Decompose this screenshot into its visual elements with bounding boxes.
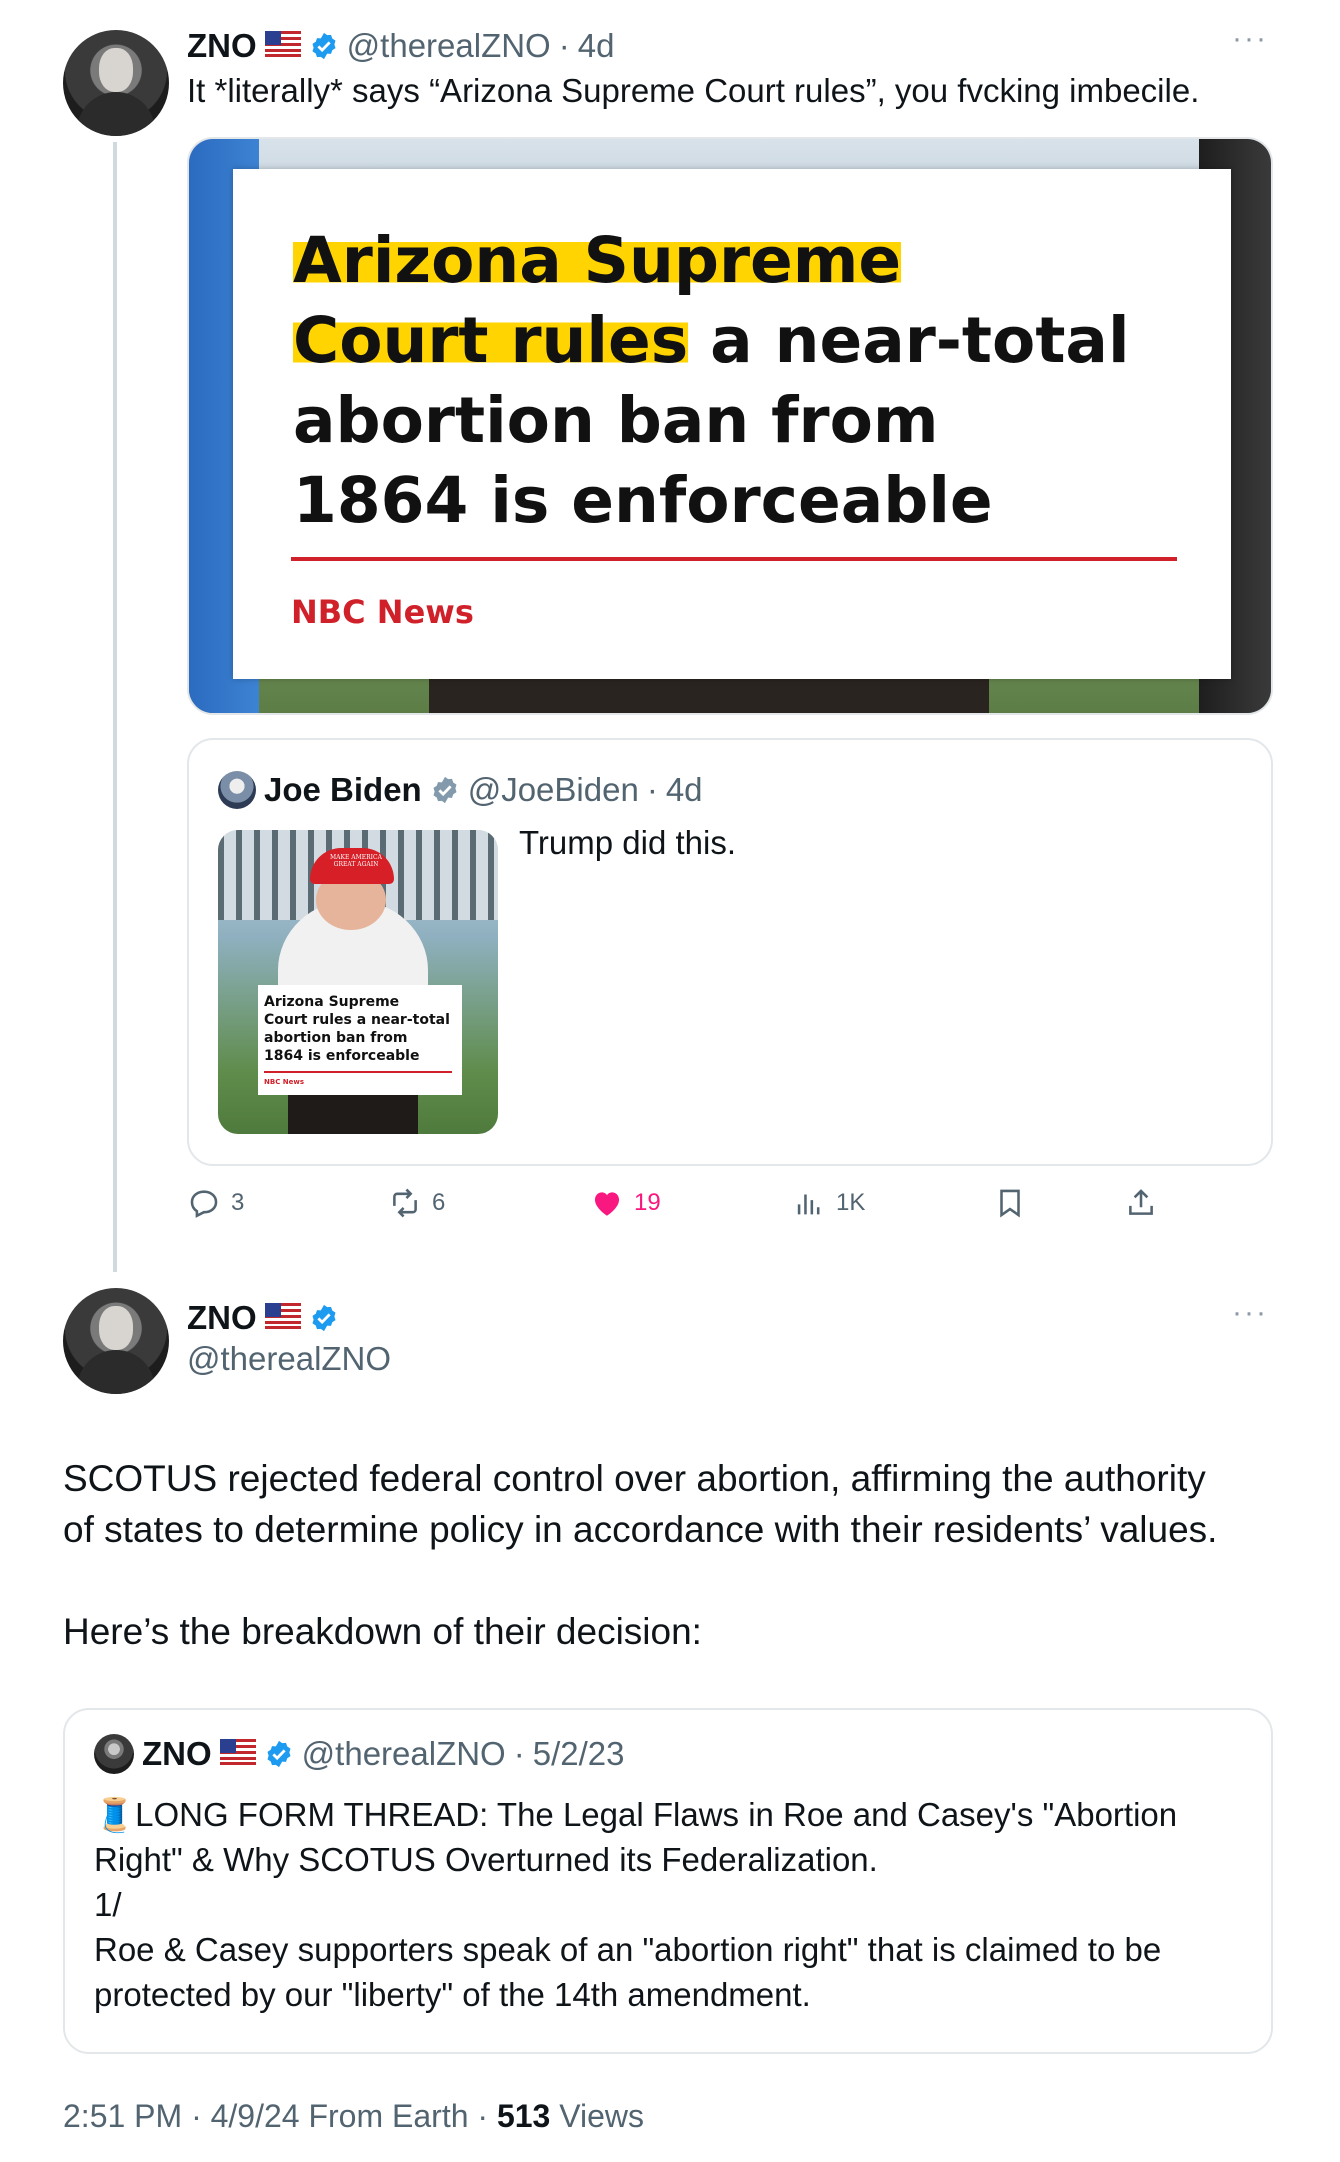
thread-line — [113, 142, 117, 1272]
thread-spool-icon: 🧵 — [94, 1796, 136, 1833]
tweet-time: 4d — [665, 771, 703, 808]
tweet-date[interactable]: 4/9/24 — [211, 2098, 300, 2134]
tweet-timestamp[interactable]: 2:51 PM — [63, 2098, 182, 2134]
us-flag-icon — [264, 30, 301, 62]
like-count: 19 — [634, 1189, 661, 1216]
reply-count: 3 — [231, 1189, 245, 1216]
author-name[interactable]: ZNO — [187, 1299, 257, 1337]
red-rule — [291, 557, 1177, 561]
us-flag-icon — [219, 1738, 256, 1770]
quoted-tweet[interactable]: ZNO @therealZNO · 5/2/23 🧵LONG FORM THRE… — [63, 1708, 1273, 2054]
verified-gov-badge-icon — [430, 775, 460, 805]
author-handle[interactable]: @therealZNO — [187, 1340, 391, 1378]
reply-button[interactable]: 3 — [187, 1186, 244, 1220]
tweet-source: From Earth — [308, 2098, 469, 2134]
tweet-header: ZNO — [187, 1296, 339, 1340]
avatar — [94, 1734, 134, 1774]
avatar — [218, 771, 256, 809]
reply-icon — [190, 1190, 218, 1218]
quoted-tweet[interactable]: Joe Biden @JoeBiden · 4d MAKE AMERICA GR… — [187, 738, 1273, 1166]
views-button[interactable]: 1K — [792, 1186, 865, 1220]
more-options-icon[interactable]: ··· — [1232, 22, 1268, 56]
views-icon — [797, 1194, 820, 1215]
author-name: Joe Biden — [264, 771, 422, 808]
avatar[interactable] — [63, 30, 169, 136]
author-handle[interactable]: @therealZNO — [347, 27, 551, 65]
tweet-time[interactable]: 4d — [578, 27, 615, 65]
heart-icon — [594, 1192, 620, 1216]
share-button[interactable] — [1124, 1186, 1158, 1220]
headline-box: Arizona Supreme Court rules a near-total… — [233, 169, 1231, 679]
tweet-time: 5/2/23 — [532, 1735, 625, 1772]
views-count: 513 — [496, 2098, 551, 2134]
quoted-tweet-text: 🧵LONG FORM THREAD: The Legal Flaws in Ro… — [94, 1796, 1178, 2013]
quoted-tweet-text: Trump did this. — [519, 824, 737, 861]
author-handle: @JoeBiden — [467, 771, 639, 808]
tweet-footer: 2:51 PM · 4/9/24 From Earth · 513 Views — [63, 2098, 644, 2134]
verified-badge-icon — [264, 1739, 294, 1769]
repost-count: 6 — [432, 1189, 446, 1216]
more-options-icon[interactable]: ··· — [1232, 1296, 1268, 1330]
verified-badge-icon — [309, 31, 339, 61]
tweet-image[interactable]: Arizona Supreme Court rules a near-total… — [187, 137, 1273, 715]
author-handle: @therealZNO — [301, 1735, 506, 1772]
tweet-text: It *literally* says “Arizona Supreme Cou… — [187, 72, 1200, 109]
avatar[interactable] — [63, 1288, 169, 1394]
like-button[interactable]: 19 — [590, 1186, 661, 1220]
verified-badge-icon — [309, 1303, 339, 1333]
repost-button[interactable]: 6 — [388, 1186, 445, 1220]
author-name: ZNO — [142, 1735, 212, 1772]
views-count: 1K — [836, 1189, 866, 1216]
share-icon — [1129, 1189, 1153, 1215]
bookmark-icon — [1000, 1189, 1020, 1218]
us-flag-icon — [264, 1302, 301, 1334]
author-name[interactable]: ZNO — [187, 27, 257, 65]
quoted-tweet-image[interactable]: MAKE AMERICA GREAT AGAIN Arizona Supreme… — [218, 830, 498, 1134]
views-label: Views — [559, 2098, 644, 2134]
headline-highlight: Arizona Supreme — [293, 224, 902, 297]
tweet-header: ZNO @therealZNO · 4d — [187, 27, 615, 65]
repost-icon — [393, 1188, 417, 1218]
tweet-text: SCOTUS rejected federal control over abo… — [63, 1458, 1218, 1550]
source-label: NBC News — [291, 593, 474, 631]
bookmark-button[interactable] — [993, 1186, 1027, 1220]
